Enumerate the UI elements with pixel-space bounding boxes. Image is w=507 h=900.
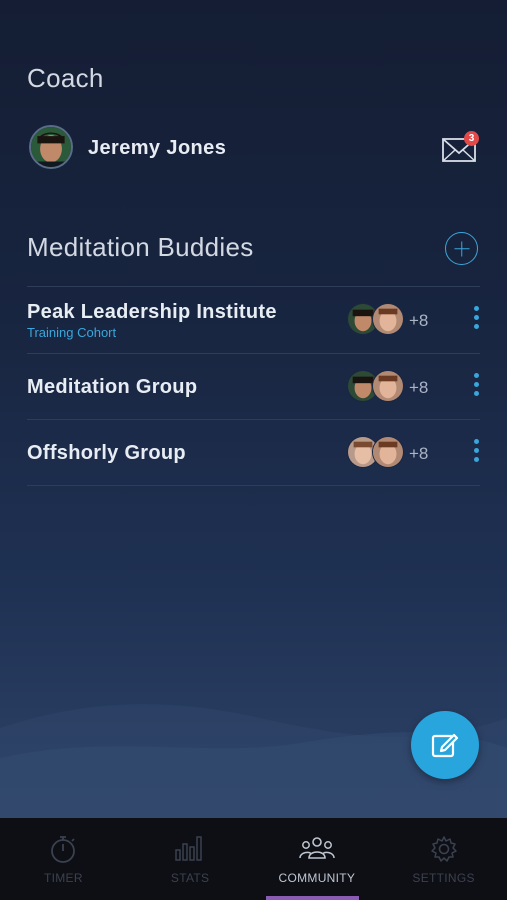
tab-bar: TIMER STATS COMMUNITY SETTINGS [0,818,507,900]
tab-label: TIMER [43,871,83,885]
stopwatch-icon [51,836,76,863]
tab-timer[interactable]: TIMER [0,818,127,900]
group-list: Peak Leadership Institute Training Cohor… [27,286,480,486]
tab-label: STATS [170,871,210,885]
extra-members-count: +8 [409,377,429,397]
more-options-icon[interactable] [474,306,480,332]
tab-settings[interactable]: SETTINGS [380,818,507,900]
group-subtitle: Training Cohort [27,325,117,340]
bar-chart-icon [175,836,202,861]
unread-badge: 3 [464,131,479,146]
extra-members-count: +8 [409,311,429,330]
edit-icon [431,733,459,758]
people-icon [299,837,335,859]
more-options-icon[interactable] [474,372,480,399]
member-avatar [372,369,404,402]
group-row[interactable]: Offshorly Group +8 [27,419,480,486]
tab-stats[interactable]: STATS [127,818,254,900]
tab-label: SETTINGS [412,871,475,885]
add-buddy-button[interactable] [445,232,478,265]
coach-avatar[interactable] [29,125,73,169]
coach-section-title: Coach [27,63,104,93]
coach-row[interactable]: Jeremy Jones 3 [0,120,507,176]
compose-button[interactable] [411,711,479,779]
group-name: Offshorly Group [27,442,186,464]
coach-face-image [31,127,71,167]
buddies-section-title: Meditation Buddies [27,232,254,262]
member-avatar [372,303,404,335]
group-row[interactable]: Peak Leadership Institute Training Cohor… [27,286,480,353]
member-avatar [372,436,404,468]
tab-label: COMMUNITY [278,871,356,885]
group-name: Peak Leadership Institute [27,301,277,323]
more-options-icon[interactable] [474,439,480,465]
member-avatars [347,436,407,470]
gear-icon [430,836,457,862]
group-row[interactable]: Meditation Group +8 [27,352,480,420]
active-tab-indicator [266,896,359,900]
member-avatars [347,369,407,404]
member-avatars [347,303,407,337]
tab-community[interactable]: COMMUNITY [254,818,381,900]
extra-members-count: +8 [409,444,429,463]
group-name: Meditation Group [27,375,198,398]
coach-name[interactable]: Jeremy Jones [88,137,226,160]
